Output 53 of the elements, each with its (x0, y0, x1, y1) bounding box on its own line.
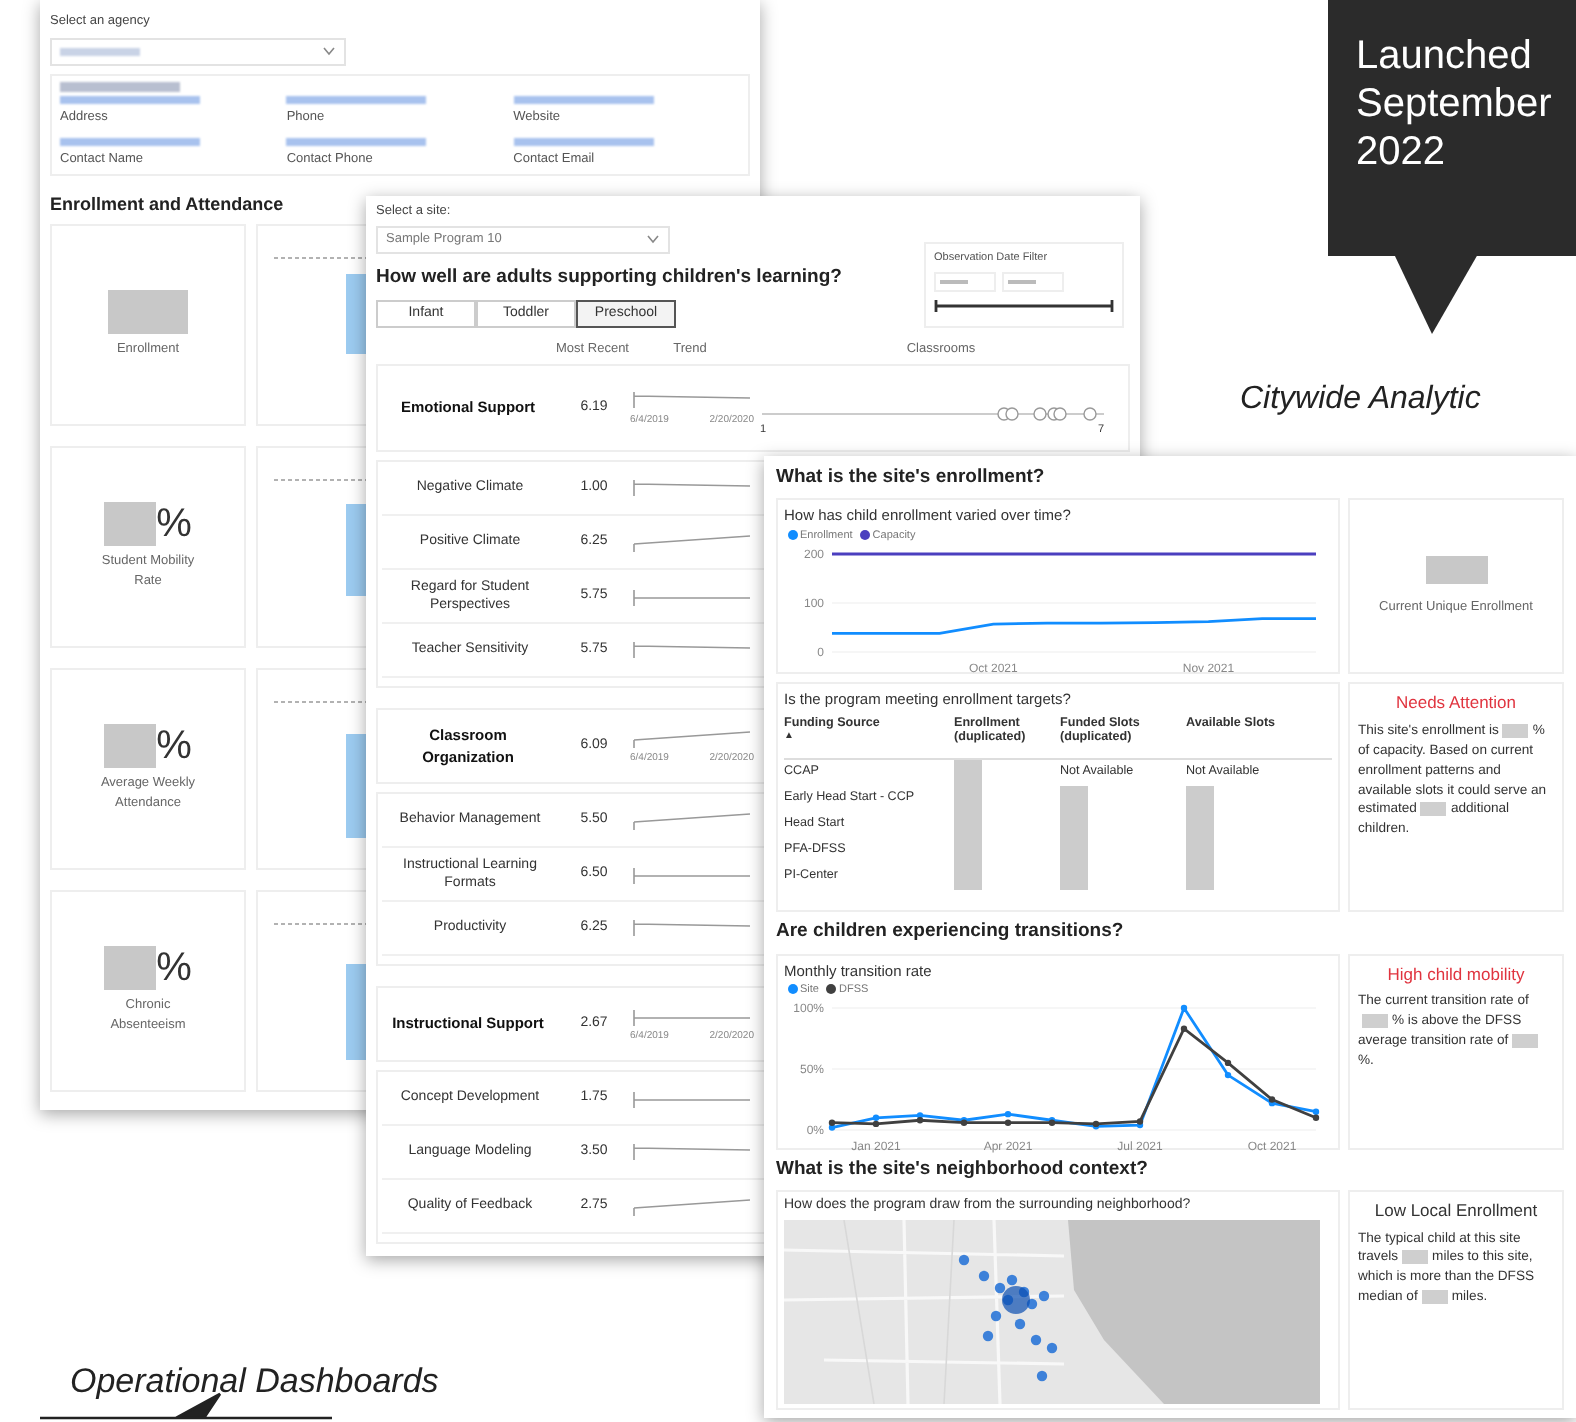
point (828, 1119, 836, 1126)
section-heading: Enrollment and Attendance (50, 192, 284, 219)
date-field[interactable] (934, 272, 996, 293)
kpi-unit: % (156, 724, 192, 768)
point (1224, 1071, 1232, 1079)
point (1004, 1110, 1012, 1118)
point (1224, 1059, 1232, 1067)
range-slider[interactable] (934, 298, 1114, 315)
kpi-unit: % (156, 946, 192, 990)
launch-callout: Launched September 2022 (1328, 0, 1576, 256)
section-heading: How well are adults supporting children's learning? (376, 263, 842, 292)
point (1180, 1025, 1188, 1032)
section-heading: What is the site's neighborhood context? (776, 1155, 1150, 1183)
point (916, 1112, 924, 1119)
alert-title: Needs Attention (1393, 690, 1518, 716)
redacted-value (60, 81, 180, 92)
trend-sparkline (630, 636, 754, 664)
point (872, 1114, 880, 1121)
callout-pointer (1394, 254, 1478, 334)
chevron-down-icon (646, 234, 660, 245)
point (872, 1120, 880, 1128)
caption: Citywide Analytic (1240, 380, 1481, 420)
date-field[interactable] (1002, 272, 1064, 293)
redacted-value (60, 137, 200, 145)
redacted-bar (1060, 785, 1088, 889)
redacted-value (286, 95, 427, 104)
point (1180, 1004, 1188, 1012)
redacted-value (513, 137, 654, 145)
redacted-value (60, 95, 200, 104)
redacted-bar (1186, 785, 1214, 889)
trend-sparkline (630, 914, 754, 942)
section-heading: Are children experiencing transitions? (776, 918, 1126, 947)
redacted-value (104, 946, 157, 990)
point (1312, 1114, 1320, 1121)
agency-dropdown[interactable] (50, 37, 346, 66)
redacted-value (1425, 555, 1487, 584)
point (1312, 1108, 1320, 1115)
kpi-unit: % (156, 502, 192, 546)
redacted-value (286, 137, 427, 145)
redacted-bar (954, 759, 982, 889)
section-heading: What is the site's enrollment? (776, 464, 1047, 492)
caption: Operational Dashboards (70, 1360, 439, 1404)
alert-title: High child mobility (1385, 961, 1527, 987)
trend-sparkline (630, 1138, 754, 1166)
chevron-down-icon (322, 46, 336, 57)
point (1004, 1119, 1012, 1126)
trend-sparkline (630, 474, 754, 502)
redacted-value (108, 289, 188, 334)
alert-title: Low Local Enrollment (1372, 1197, 1540, 1223)
redacted-value (104, 502, 157, 546)
point (916, 1117, 924, 1124)
redacted-value (513, 95, 654, 104)
redacted-value (104, 724, 157, 768)
